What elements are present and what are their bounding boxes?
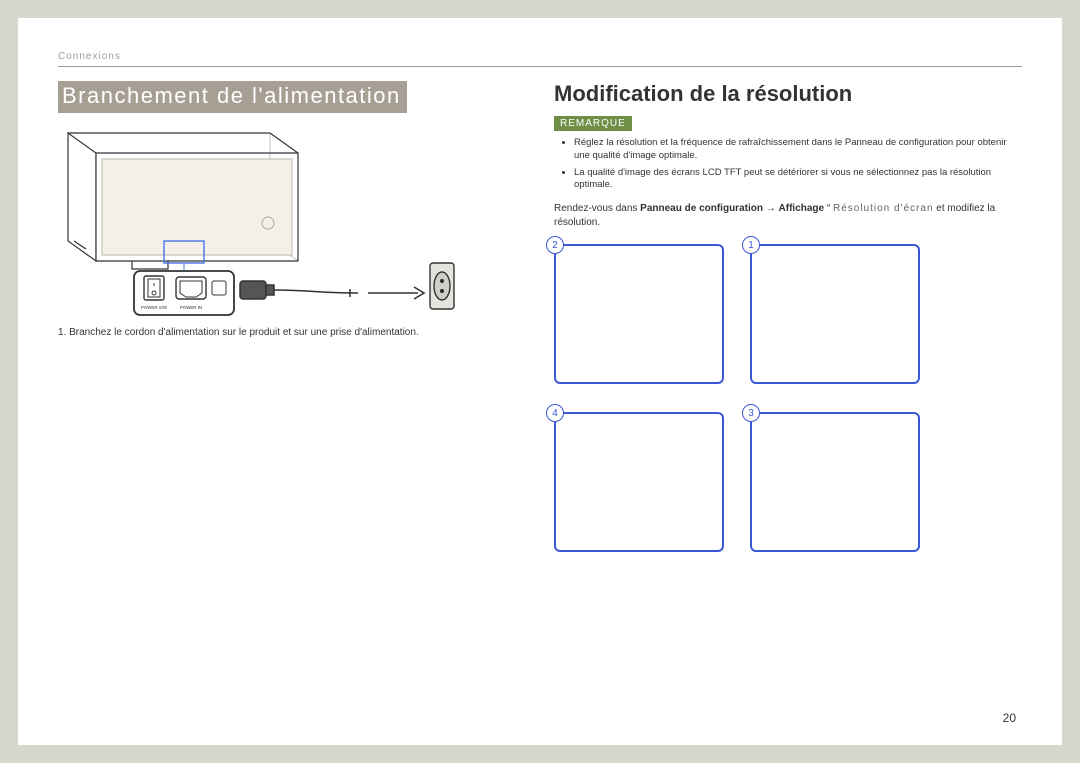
screenshot-box-2: 2 <box>554 244 724 384</box>
screenshot-box-1: 1 <box>750 244 920 384</box>
instr-quote: “ <box>824 203 833 214</box>
section-header: Connexions <box>58 51 121 62</box>
box-number-4: 4 <box>546 404 564 422</box>
remark-bullet-list: Réglez la résolution et la fréquence de … <box>554 137 1022 192</box>
step-1-text: 1. Branchez le cordon d'alimentation sur… <box>58 326 518 340</box>
screenshot-box-4: 4 <box>554 412 724 552</box>
instr-spaced: Résolution d'écran <box>833 203 934 214</box>
heading-power-connection: Branchement de l'alimentation <box>58 81 407 113</box>
two-column-layout: Branchement de l'alimentation <box>58 81 1022 552</box>
box-number-3: 3 <box>742 404 760 422</box>
left-column: Branchement de l'alimentation <box>58 81 518 552</box>
port-label-inlet: POWER IN <box>180 305 202 310</box>
right-column: Modification de la résolution REMARQUE R… <box>554 81 1022 552</box>
box-number-2: 2 <box>546 236 564 254</box>
box-number-1: 1 <box>742 236 760 254</box>
port-label-switch: POWER S/W <box>141 305 168 310</box>
header-rule: Connexions <box>58 46 1022 67</box>
heading-resolution: Modification de la résolution <box>554 81 1022 107</box>
power-connection-diagram: POWER S/W POWER IN <box>58 123 458 318</box>
instr-arrow: → <box>763 203 779 214</box>
remark-badge: REMARQUE <box>554 116 632 131</box>
document-page: Connexions Branchement de l'alimentation <box>18 18 1062 745</box>
instr-bold-display: Affichage <box>779 203 825 214</box>
power-diagram-svg: POWER S/W POWER IN <box>58 123 458 318</box>
instruction-text: Rendez-vous dans Panneau de configuratio… <box>554 202 1022 230</box>
screenshot-box-3: 3 <box>750 412 920 552</box>
instr-bold-panel: Panneau de configuration <box>640 203 763 214</box>
screenshot-grid: 2 1 4 3 <box>554 244 1022 552</box>
page-number: 20 <box>1003 711 1016 725</box>
instr-pre: Rendez-vous dans <box>554 203 640 214</box>
remark-bullet-1: Réglez la résolution et la fréquence de … <box>574 137 1022 163</box>
remark-bullet-2: La qualité d'image des écrans LCD TFT pe… <box>574 167 1022 193</box>
